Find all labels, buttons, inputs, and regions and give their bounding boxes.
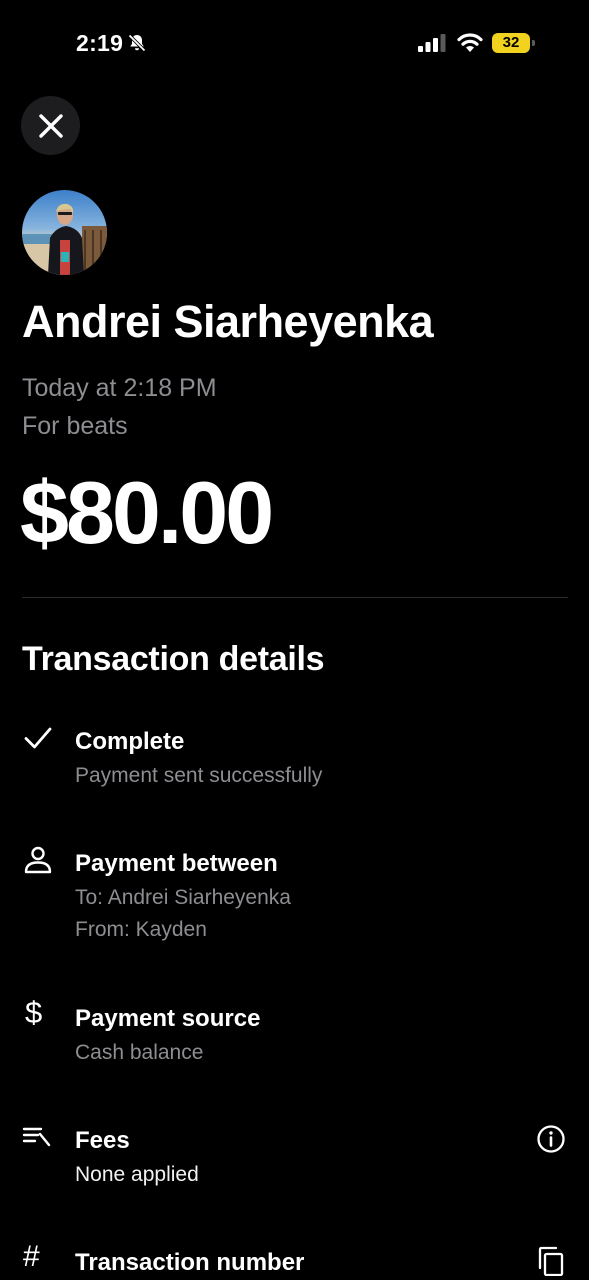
wifi-icon [457,33,483,52]
dollar-icon: $ [25,995,43,1030]
payment-to: To: Andrei Siarheyenka [75,886,291,909]
battery-level: 32 [492,33,530,53]
fees-icon [22,1127,51,1147]
copy-icon[interactable] [536,1246,566,1276]
divider [22,597,568,598]
status-bar: 2:19 32 [0,0,589,88]
status-title: Complete [75,728,185,755]
payment-from: From: Kayden [75,918,207,941]
close-icon [38,113,63,138]
status-subtitle: Payment sent successfully [75,764,323,787]
bell-slash-icon [128,34,146,52]
fees-value: None applied [75,1163,199,1186]
payment-between-title: Payment between [75,850,278,877]
close-button[interactable] [21,96,80,155]
payment-source-value: Cash balance [75,1041,204,1064]
payment-memo: For beats [22,412,128,440]
payment-amount: $80.00 [20,463,274,562]
transaction-timestamp: Today at 2:18 PM [22,374,217,402]
payment-source-title: Payment source [75,1005,261,1032]
transaction-number-title: Transaction number [75,1249,305,1276]
section-title: Transaction details [22,640,325,678]
status-time: 2:19 [76,30,124,56]
info-icon[interactable] [536,1124,566,1154]
hash-icon: # [23,1240,40,1273]
person-icon [24,846,52,874]
avatar [22,190,107,275]
battery-icon: 32 [492,33,536,53]
fees-title: Fees [75,1127,130,1154]
checkmark-icon [24,727,52,749]
recipient-name: Andrei Siarheyenka [22,296,434,347]
cellular-signal-icon [418,34,446,52]
